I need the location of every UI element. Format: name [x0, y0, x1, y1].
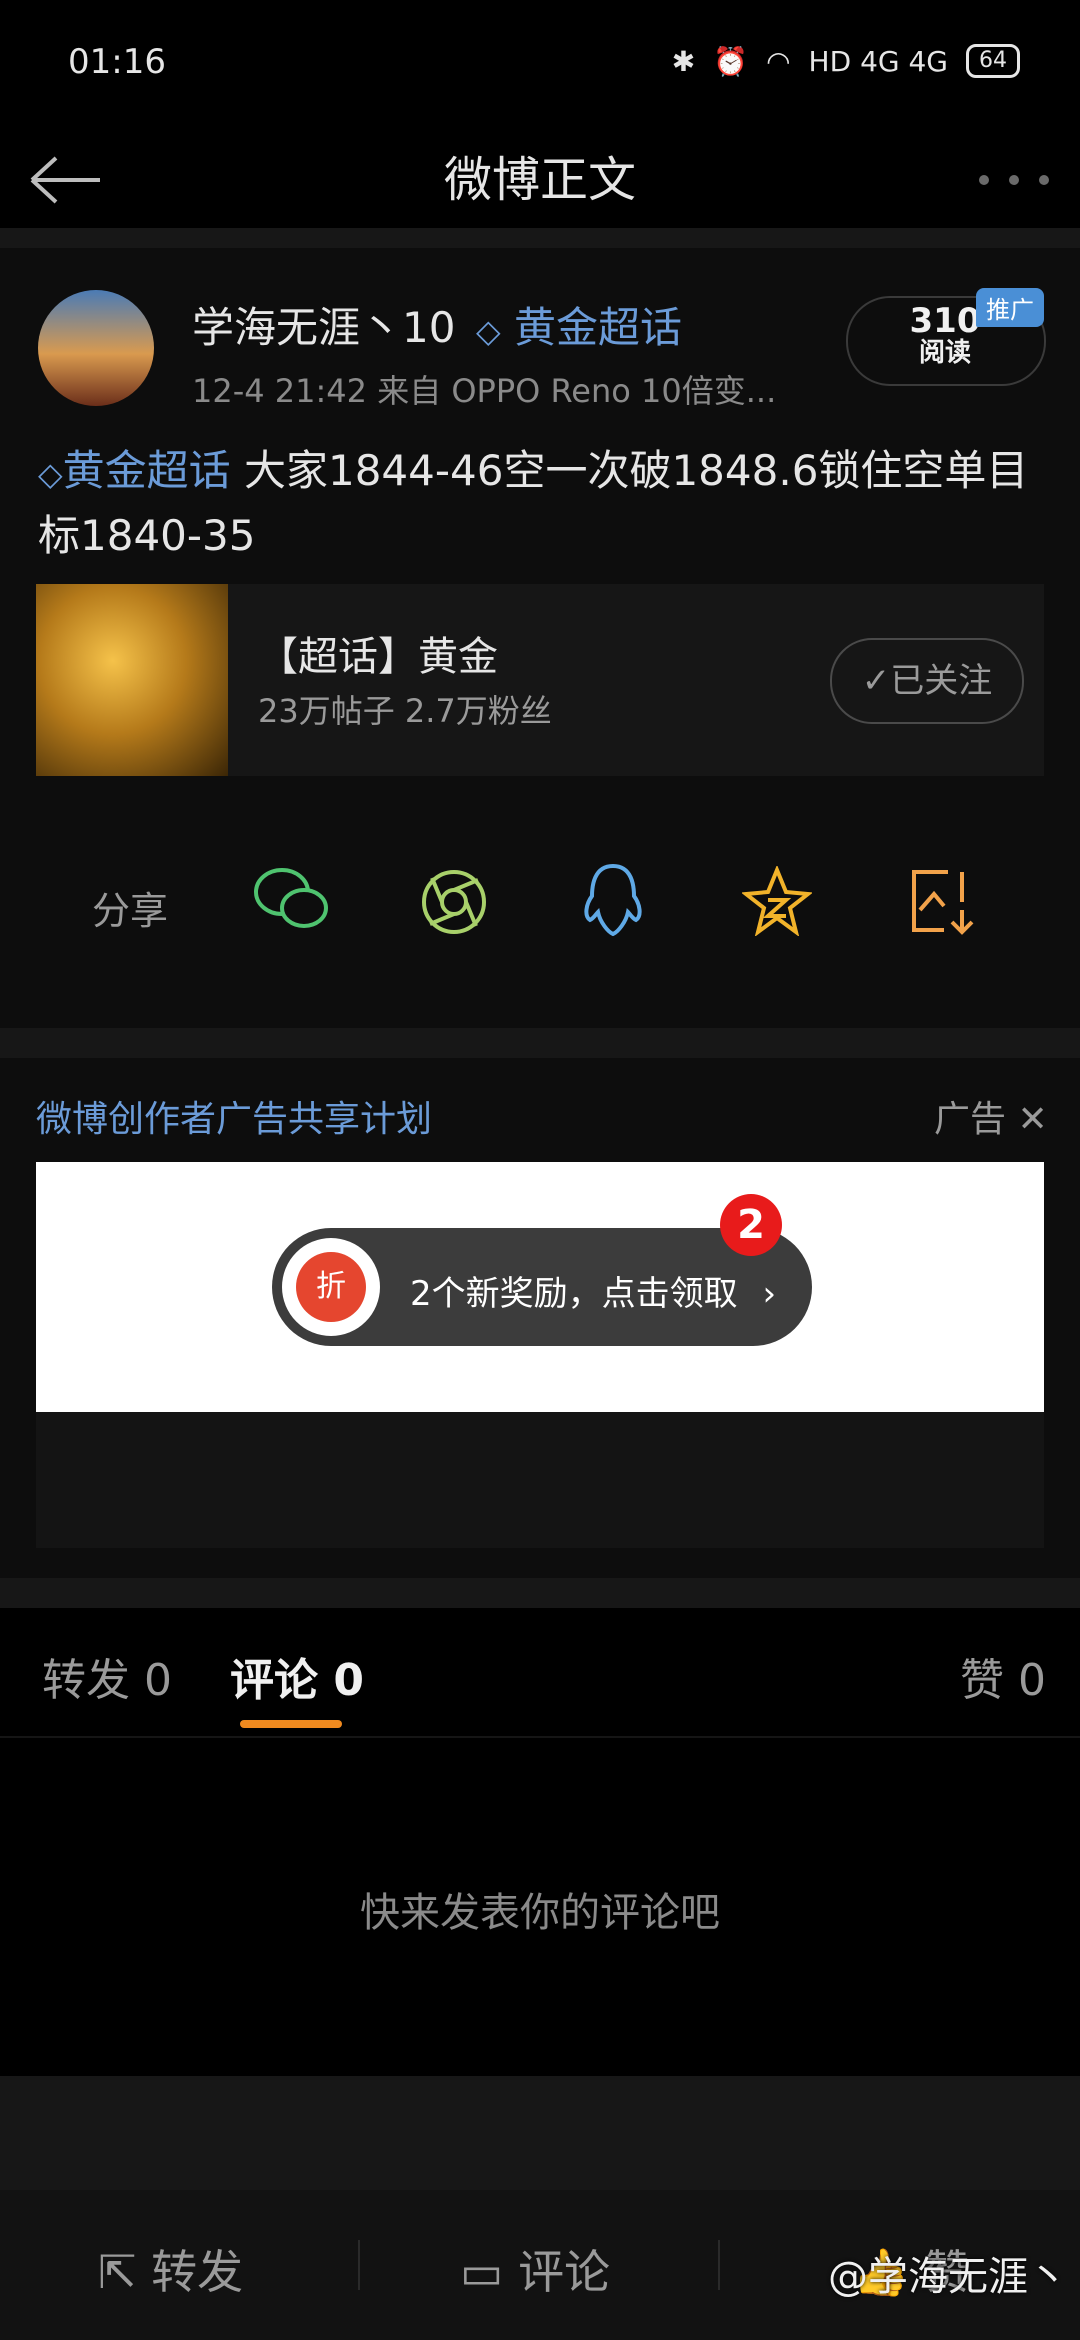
- post-topic-link[interactable]: ◇黄金超话: [38, 446, 231, 495]
- reward-count-badge: 2: [720, 1194, 782, 1256]
- follow-button[interactable]: ✓已关注: [830, 638, 1024, 724]
- post-topic-label: 黄金超话: [62, 446, 231, 495]
- divider: [0, 228, 1080, 248]
- repost-button[interactable]: ⇱ 转发: [98, 2236, 243, 2302]
- tab-repost[interactable]: 转发 0: [42, 1644, 172, 1708]
- status-time: 01:16: [68, 42, 166, 82]
- close-icon[interactable]: ✕: [1017, 1099, 1047, 1140]
- alarm-icon: ⏰: [713, 44, 749, 78]
- topic-thumbnail: [36, 584, 228, 776]
- diamond-icon: ◇: [476, 312, 501, 350]
- share-arrow-icon: ⇱: [98, 2245, 137, 2299]
- divider: [0, 1736, 1080, 1738]
- topic-card-stats: 23万帖子 2.7万粉丝: [258, 692, 552, 730]
- watermark: @学海无涯丶: [828, 2254, 1068, 2300]
- battery-icon: 64: [966, 44, 1020, 78]
- topic-tag-label: 黄金超话: [513, 303, 682, 352]
- status-indicators: ✱ ⏰ ◠ HD 4G 4G 64: [672, 44, 1020, 78]
- repost-button-label: 转发: [151, 2245, 244, 2299]
- moments-icon[interactable]: [418, 866, 490, 938]
- reward-text-label: 2个新奖励，点击领取: [410, 1274, 738, 1314]
- topic-tag[interactable]: ◇ 黄金超话: [476, 294, 682, 355]
- tab-like[interactable]: 赞 0: [960, 1644, 1046, 1708]
- avatar[interactable]: [38, 290, 154, 406]
- read-count-label: 阅读: [918, 338, 971, 368]
- username[interactable]: 学海无涯丶10: [192, 294, 455, 355]
- divider: [718, 2240, 720, 2290]
- active-tab-indicator: [240, 1720, 342, 1728]
- ad-banner-footer: [36, 1412, 1044, 1548]
- page-title: 微博正文: [443, 152, 636, 208]
- share-label: 分享: [92, 889, 169, 933]
- divider: [0, 1578, 1080, 1608]
- discount-bag-icon: 折: [296, 1252, 366, 1322]
- wifi-icon: ◠: [766, 44, 791, 78]
- chevron-right-icon: ›: [762, 1274, 777, 1314]
- tab-comment[interactable]: 评论 0: [230, 1644, 364, 1708]
- follow-button-label: 已关注: [890, 661, 993, 701]
- ad-program-link[interactable]: 微博创作者广告共享计划: [36, 1090, 432, 1142]
- check-icon: ✓: [861, 661, 891, 701]
- divider: [358, 2240, 360, 2290]
- reward-text: 2个新奖励，点击领取 ›: [410, 1266, 776, 1315]
- diamond-icon: ◇: [38, 455, 63, 493]
- empty-comments-message: 快来发表你的评论吧: [360, 1890, 720, 1936]
- divider: [0, 1028, 1080, 1058]
- ad-label: 广告: [934, 1099, 1007, 1140]
- divider: [0, 2076, 1080, 2190]
- topic-card-title: 【超话】黄金: [258, 634, 498, 680]
- comment-button[interactable]: ▭ 评论: [460, 2236, 610, 2302]
- ad-close[interactable]: 广告 ✕: [934, 1090, 1048, 1142]
- qq-icon[interactable]: [580, 862, 646, 940]
- post-text: ◇黄金超话 大家1844-46空一次破1848.6锁住空单目标1840-35: [38, 440, 1048, 567]
- network-indicators: HD 4G 4G: [808, 44, 948, 78]
- bluetooth-icon: ✱: [671, 44, 696, 78]
- promo-badge: 推广: [976, 288, 1044, 327]
- qzone-icon[interactable]: [742, 866, 812, 936]
- comment-button-label: 评论: [518, 2245, 611, 2299]
- save-image-icon[interactable]: [908, 866, 976, 938]
- post-meta: 12-4 21:42 来自 OPPO Reno 10倍变...: [192, 372, 777, 410]
- comment-icon: ▭: [460, 2245, 504, 2299]
- wechat-icon[interactable]: [252, 864, 332, 936]
- status-bar: 01:16 ✱ ⏰ ◠ HD 4G 4G 64: [0, 0, 1080, 130]
